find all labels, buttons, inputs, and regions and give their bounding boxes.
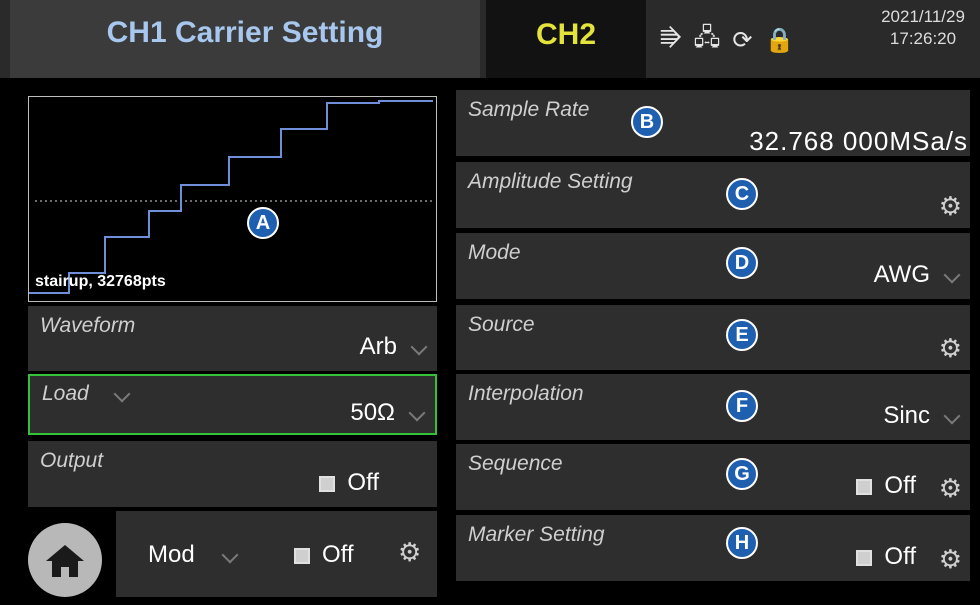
source-label: Source [468, 313, 535, 336]
checkbox-icon [856, 478, 873, 495]
badge-c: C [726, 178, 758, 210]
chevron-down-icon [943, 407, 961, 425]
badge-a: A [247, 207, 279, 239]
badge-b: B [631, 106, 663, 138]
sequence-toggle[interactable]: Off [856, 472, 916, 500]
interpolation-panel[interactable]: Interpolation F Sinc [456, 374, 970, 440]
mod-state: Off [322, 541, 354, 568]
amplitude-label: Amplitude Setting [468, 170, 633, 193]
chevron-down-icon [113, 385, 131, 403]
mode-panel[interactable]: Mode D AWG [456, 233, 970, 299]
checkbox-icon [319, 475, 336, 492]
badge-f: F [726, 390, 758, 422]
marker-panel[interactable]: Marker Setting H Off ⚙ [456, 515, 970, 581]
load-label: Load [42, 382, 89, 405]
waveform-panel[interactable]: Waveform Arb [28, 306, 437, 371]
page-title: CH1 Carrier Setting [106, 16, 384, 49]
time-text: 17:26:20 [889, 29, 957, 48]
output-panel[interactable]: Output Off [28, 441, 437, 507]
lock-icon: 🔒 [764, 26, 795, 54]
channel-2-label: CH2 [535, 18, 596, 51]
badge-g: G [726, 458, 758, 490]
refresh-icon: ⟳ [732, 26, 753, 54]
load-panel[interactable]: Load 50Ω [28, 374, 437, 435]
chevron-down-icon [221, 546, 239, 564]
waveform-value: Arb [359, 333, 397, 360]
usb-icon: ⭆ [660, 26, 682, 53]
sequence-label: Sequence [468, 452, 563, 475]
output-toggle[interactable]: Off [319, 469, 379, 497]
badge-d: D [726, 247, 758, 279]
gear-icon[interactable]: ⚙ [939, 191, 962, 222]
sample-rate-value: 32.768 000MSa/s [749, 126, 968, 156]
amplitude-panel[interactable]: Amplitude Setting C ⚙ [456, 162, 970, 228]
chevron-down-icon [408, 404, 426, 422]
waveform-plot [29, 100, 433, 294]
mod-toggle[interactable]: Off [294, 541, 354, 569]
marker-state: Off [884, 543, 916, 570]
waveform-caption: stairup, 32768pts [35, 273, 166, 290]
stair-wave [29, 100, 433, 294]
gear-icon[interactable]: ⚙ [398, 537, 421, 568]
marker-label: Marker Setting [468, 523, 605, 546]
mod-label: Mod [148, 541, 195, 568]
load-value: 50Ω [350, 399, 395, 426]
badge-h: H [726, 527, 758, 559]
top-bar: CH1 Carrier Setting CH2 ⭆ 🖧 ⟳ 🔒 2021/11/… [0, 0, 980, 78]
gear-icon[interactable]: ⚙ [939, 544, 962, 575]
mode-value: AWG [873, 261, 930, 288]
waveform-label: Waveform [40, 314, 136, 337]
chevron-down-icon [410, 338, 428, 356]
home-icon [46, 545, 84, 577]
interpolation-value: Sinc [883, 402, 930, 429]
output-state: Off [347, 469, 379, 496]
checkbox-icon [856, 549, 873, 566]
date-text: 2021/11/29 [881, 7, 965, 26]
gear-icon[interactable]: ⚙ [939, 333, 962, 364]
home-button[interactable] [28, 523, 102, 597]
source-panel[interactable]: Source E ⚙ [456, 305, 970, 370]
mod-panel[interactable]: Mod Off ⚙ [116, 511, 437, 597]
interpolation-label: Interpolation [468, 382, 584, 405]
gear-icon[interactable]: ⚙ [939, 473, 962, 504]
sample-rate-label: Sample Rate [468, 98, 590, 121]
marker-toggle[interactable]: Off [856, 543, 916, 571]
sequence-state: Off [884, 472, 916, 499]
mode-label: Mode [468, 241, 521, 264]
sequence-panel[interactable]: Sequence G Off ⚙ [456, 444, 970, 510]
channel-1-tab[interactable]: CH1 Carrier Setting [10, 0, 480, 78]
status-icons: ⭆ 🖧 ⟳ 🔒 [660, 24, 794, 56]
badge-e: E [726, 319, 758, 351]
channel-2-tab[interactable]: CH2 [486, 0, 646, 78]
network-icon: 🖧 [693, 23, 721, 51]
output-label: Output [40, 449, 104, 472]
checkbox-icon [294, 547, 310, 564]
date-time: 2021/11/29 17:26:20 [858, 6, 980, 50]
sample-rate-panel[interactable]: Sample Rate B 32.768 000MSa/s [456, 90, 970, 156]
waveform-preview[interactable]: stairup, 32768pts A [28, 96, 437, 302]
chevron-down-icon [943, 266, 961, 284]
